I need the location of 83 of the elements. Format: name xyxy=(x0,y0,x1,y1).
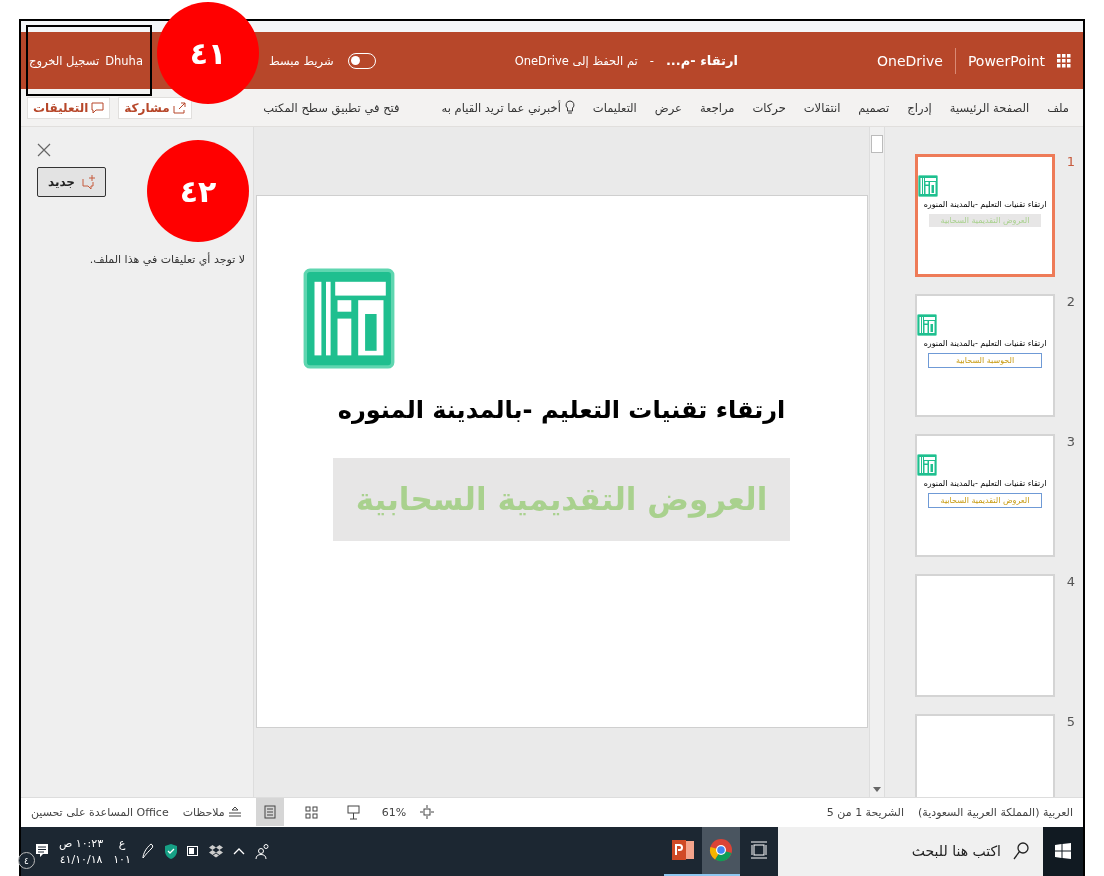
logo xyxy=(917,313,937,336)
scroll-down-icon[interactable] xyxy=(873,786,881,793)
close-icon[interactable] xyxy=(37,142,51,157)
slide-number: 3 xyxy=(1065,433,1075,449)
share-button[interactable]: مشاركة xyxy=(118,96,192,119)
new-comment-icon xyxy=(81,174,96,189)
scrollbar[interactable] xyxy=(869,126,885,797)
sign-out-link[interactable]: تسجيل الخروج xyxy=(29,53,100,68)
language-status: العربية (المملكة العربية السعودية) xyxy=(918,805,1073,819)
ribbon-tab[interactable]: مراجعة xyxy=(699,96,735,119)
title-separator: - xyxy=(649,53,654,68)
pen-icon[interactable] xyxy=(140,843,155,860)
dropbox-icon[interactable] xyxy=(208,844,223,859)
search-icon[interactable] xyxy=(1013,842,1029,861)
keyboard-layout-code[interactable]: ١٠١ xyxy=(113,852,131,866)
slide-thumbnail[interactable] xyxy=(915,573,1055,697)
slide-canvas[interactable]: ارتقاء تقنيات التعليم -بالمدينة المنوره العروض التقديمية السحابية xyxy=(255,195,868,729)
presentation-icon xyxy=(347,804,361,820)
clock-date[interactable]: ٤١/١٠/١٨ xyxy=(59,852,103,866)
service-link[interactable]: OneDrive xyxy=(877,52,943,69)
app-launcher-icon[interactable] xyxy=(1057,53,1071,68)
search-field[interactable]: اكتب هنا للبحث xyxy=(799,842,1003,861)
slide-title[interactable]: ارتقاء تقنيات التعليم -بالمدينة المنوره xyxy=(337,395,786,424)
open-desktop-link[interactable]: فتح في تطبيق سطح المكتب xyxy=(263,100,400,115)
ribbon-tab[interactable]: حركات xyxy=(752,96,786,119)
ribbon-tab[interactable]: عرض xyxy=(654,96,682,119)
slides-app-icon xyxy=(671,838,695,863)
windows-logo-icon xyxy=(1055,843,1071,860)
slide-position: الشريحة 1 من 5 xyxy=(826,805,904,819)
thumbnail-title: ارتقاء تقنيات التعليم -بالمدينة المنوره xyxy=(923,339,1047,349)
chevron-up-icon[interactable] xyxy=(232,847,245,856)
ribbon-tab[interactable]: التعليمات xyxy=(592,96,637,119)
shield-icon[interactable] xyxy=(164,843,177,859)
comment-icon xyxy=(91,101,105,114)
thumbnail-subtitle: العروض التقديمية السحابية xyxy=(929,213,1041,227)
thumbnail-subtitle: العروض التقديمية السحابية xyxy=(928,492,1042,508)
toggle-label: شريط مبسط xyxy=(268,53,334,68)
empty-message: لا توجد أي تعليقات في هذا الملف. xyxy=(88,252,245,266)
taskbar-app[interactable] xyxy=(702,826,740,876)
notes-button[interactable]: ملاحظات xyxy=(182,805,225,819)
app-name[interactable]: PowerPoint xyxy=(967,52,1045,69)
start-button[interactable] xyxy=(1043,826,1083,876)
clock-time[interactable]: ١٠:٢٣ ص xyxy=(59,836,104,850)
save-status: تم الحفظ إلى OneDrive xyxy=(514,53,638,68)
slide-thumbnail[interactable]: ارتقاء تقنيات التعليم -بالمدينة المنوره العروض التقديمية السحابية xyxy=(915,433,1055,557)
ribbon-tab[interactable]: ملف xyxy=(1047,96,1069,119)
slide-number: 4 xyxy=(1065,573,1075,589)
search-bar[interactable]: اكتب هنا للبحث xyxy=(778,826,1043,876)
notes-icon[interactable] xyxy=(227,806,242,819)
slide-number: 5 xyxy=(1065,713,1075,729)
scroll-thumb[interactable] xyxy=(871,134,883,153)
zoom-level[interactable]: 61% xyxy=(381,805,407,819)
slide-number: 1 xyxy=(1065,153,1075,169)
battery-icon[interactable] xyxy=(186,846,199,857)
thumbnail-title: ارتقاء تقنيات التعليم -بالمدينة المنوره xyxy=(923,200,1047,210)
chrome-icon xyxy=(709,838,733,863)
notification-badge: ٤ xyxy=(18,852,35,870)
keyboard-layout[interactable]: ع xyxy=(118,836,126,850)
normal-view-icon xyxy=(262,805,277,820)
slide-thumbnail[interactable]: ارتقاء تقنيات التعليم -بالمدينة المنوره الحوسبة السحابية xyxy=(915,293,1055,417)
logo xyxy=(917,453,937,476)
fit-to-window-icon[interactable] xyxy=(420,805,435,820)
ribbon-tab[interactable]: إدراج xyxy=(907,96,932,119)
people-icon[interactable] xyxy=(254,843,271,860)
thumbnail-title: ارتقاء تقنيات التعليم -بالمدينة المنوره xyxy=(923,479,1047,489)
tell-me-field[interactable]: أخبرني عما تريد القيام به xyxy=(441,100,561,115)
document-title[interactable]: ارتقاء -م... xyxy=(665,53,738,69)
comments-button[interactable]: التعليقات xyxy=(27,96,111,119)
new-comment-button[interactable]: جديد xyxy=(37,166,107,197)
logo xyxy=(918,174,938,197)
user-name[interactable]: Dhuha xyxy=(105,53,143,68)
slide-thumbnail[interactable]: ارتقاء تقنيات التعليم -بالمدينة المنوره العروض التقديمية السحابية xyxy=(915,153,1055,277)
help-improve-link[interactable]: المساعدة على تحسين Office xyxy=(31,805,169,819)
lightbulb-icon xyxy=(564,100,575,116)
share-icon xyxy=(172,101,186,114)
slide-number: 2 xyxy=(1065,293,1075,309)
thumbnail-subtitle: الحوسبة السحابية xyxy=(928,352,1042,368)
ribbon-tab[interactable]: الصفحة الرئيسية xyxy=(949,96,1030,119)
notification-icon[interactable] xyxy=(35,843,49,860)
ribbon-tab[interactable]: انتقالات xyxy=(803,96,841,119)
grid-view-icon xyxy=(305,805,319,819)
view-button[interactable] xyxy=(255,798,284,827)
ribbon-tab[interactable]: تصميم xyxy=(858,96,890,119)
